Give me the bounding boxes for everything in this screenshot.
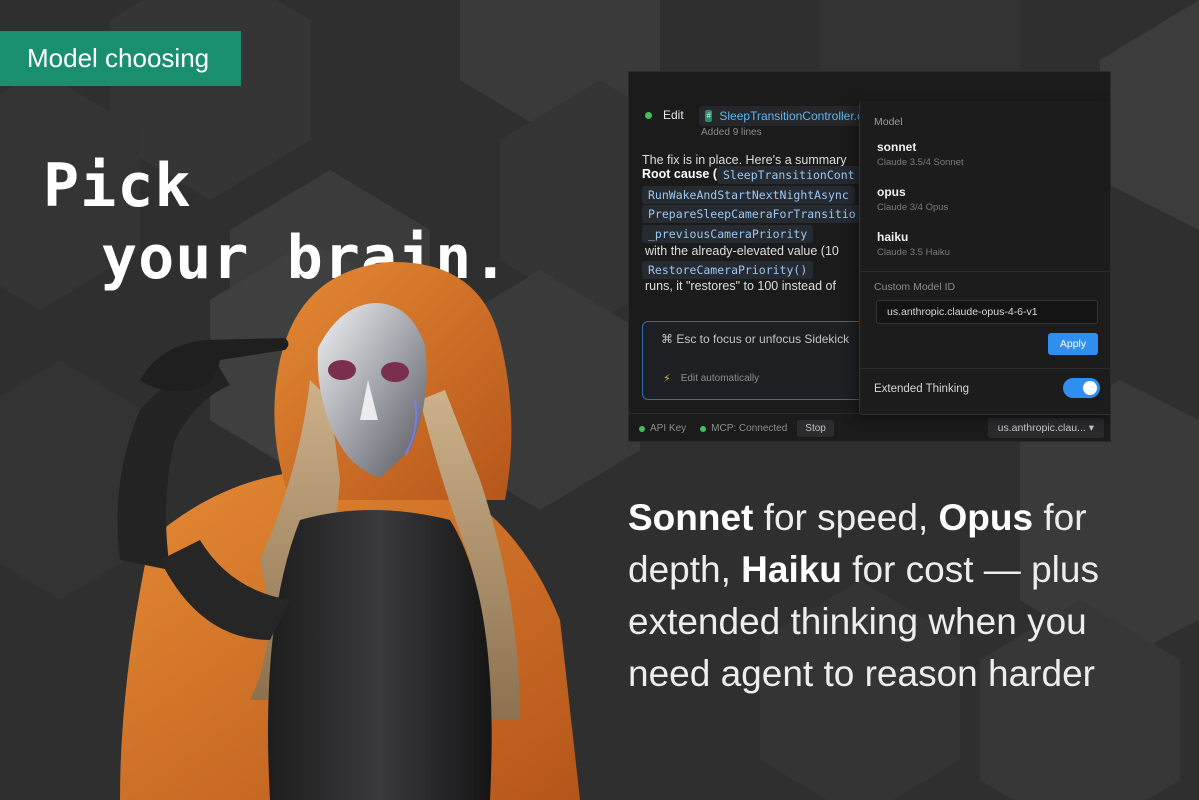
tagline-text-1: for speed, xyxy=(753,497,939,538)
toggle-knob xyxy=(1083,381,1097,395)
sidekick-panel: Edit # SleepTransitionController.cs Adde… xyxy=(628,71,1111,442)
divider xyxy=(860,271,1110,272)
extended-thinking-label: Extended Thinking xyxy=(874,383,970,395)
headline: Pick your brain. xyxy=(43,150,509,294)
root-cause-label: Root cause ( xyxy=(642,167,718,181)
extended-thinking-toggle[interactable] xyxy=(1063,378,1100,398)
model-option-name: haiku xyxy=(877,230,909,244)
model-dropdown: Model sonnet Claude 3.5/4 Sonnet opus Cl… xyxy=(859,101,1110,415)
api-key-label: API Key xyxy=(650,423,687,434)
file-icon: # xyxy=(705,110,713,122)
code-snippet: RestoreCameraPriority() xyxy=(642,261,814,279)
edit-label: Edit xyxy=(663,108,684,122)
custom-model-input[interactable]: us.anthropic.claude-opus-4-6-v1 xyxy=(876,300,1098,324)
edit-status: Edit xyxy=(645,108,684,122)
dropdown-title: Model xyxy=(874,116,903,128)
model-option-opus[interactable]: opus Claude 3/4 Opus xyxy=(877,185,948,213)
section-ribbon: Model choosing xyxy=(0,31,241,86)
file-chip[interactable]: # SleepTransitionController.cs xyxy=(699,106,869,126)
headline-line-1: Pick xyxy=(43,151,192,221)
apply-button[interactable]: Apply xyxy=(1048,333,1098,355)
divider xyxy=(860,368,1110,369)
api-key-status: API Key xyxy=(639,423,686,434)
tagline: Sonnet for speed, Opus for depth, Haiku … xyxy=(628,492,1168,700)
code-snippet: SleepTransitionCont xyxy=(717,166,861,184)
edit-automatically-label: Edit automatically xyxy=(680,373,760,384)
code-snippet: _previousCameraPriority xyxy=(642,225,814,243)
status-dot xyxy=(645,111,652,119)
model-select[interactable]: us.anthropic.clau... ▾ xyxy=(987,418,1104,438)
model-option-name: opus xyxy=(877,185,906,199)
tagline-opus: Opus xyxy=(938,497,1034,538)
added-lines: Added 9 lines xyxy=(701,127,762,138)
model-option-haiku[interactable]: haiku Claude 3.5 Haiku xyxy=(877,230,950,258)
bolt-icon: ⚡ xyxy=(663,373,671,385)
input-hint: ⌘ Esc to focus or unfocus Sidekick xyxy=(661,332,850,346)
file-name: SleepTransitionController.cs xyxy=(719,109,869,123)
model-option-desc: Claude 3.5/4 Sonnet xyxy=(877,157,964,168)
model-option-desc: Claude 3/4 Opus xyxy=(877,202,949,213)
model-option-desc: Claude 3.5 Haiku xyxy=(877,247,950,258)
sidekick-input[interactable]: ⌘ Esc to focus or unfocus Sidekick ⚡ Edi… xyxy=(642,321,892,400)
mcp-label: MCP: Connected xyxy=(711,423,788,434)
tagline-haiku: Haiku xyxy=(741,549,842,590)
custom-model-label: Custom Model ID xyxy=(874,281,956,293)
model-option-sonnet[interactable]: sonnet Claude 3.5/4 Sonnet xyxy=(877,140,964,168)
body-text: with the already-elevated value (10 xyxy=(645,244,839,258)
code-snippet: PrepareSleepCameraForTransitio xyxy=(642,205,862,223)
status-bar: API Key MCP: Connected Stop us.anthropic… xyxy=(629,413,1110,441)
edit-automatically-option[interactable]: ⚡ Edit automatically xyxy=(663,372,759,385)
model-option-name: sonnet xyxy=(877,140,917,154)
mcp-dot xyxy=(700,425,707,432)
api-key-dot xyxy=(639,425,645,432)
body-text: runs, it "restores" to 100 instead of xyxy=(645,279,836,293)
tagline-sonnet: Sonnet xyxy=(628,497,754,538)
headline-line-2: your brain. xyxy=(101,223,510,293)
stop-button[interactable]: Stop xyxy=(797,420,834,437)
mcp-status: MCP: Connected xyxy=(700,423,787,434)
code-snippet: RunWakeAndStartNextNightAsync xyxy=(642,186,855,204)
